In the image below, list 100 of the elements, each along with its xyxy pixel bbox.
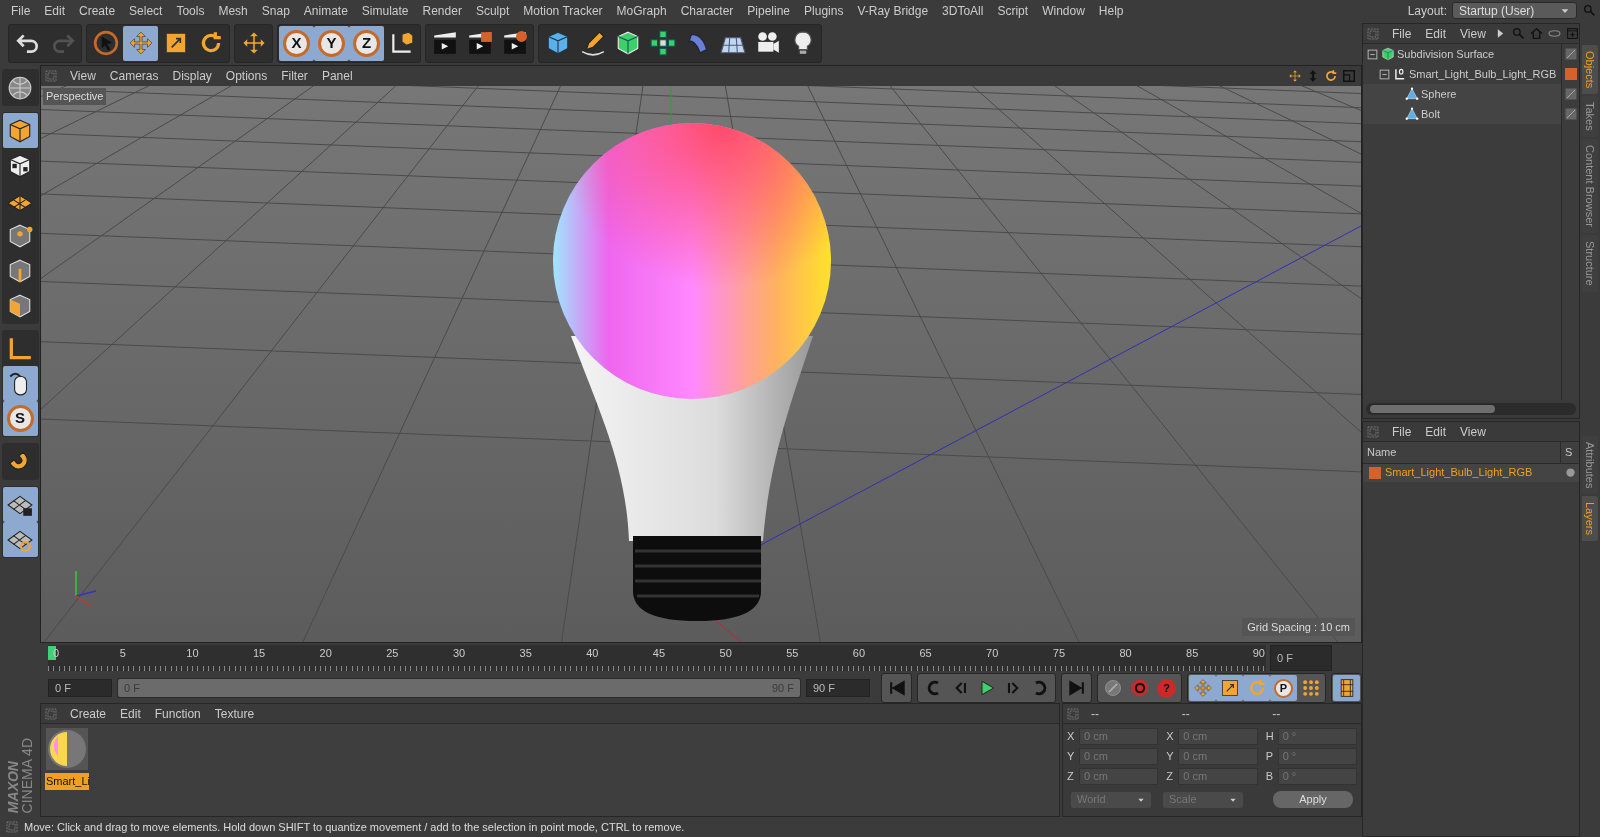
collapse-icon[interactable] <box>1366 47 1379 61</box>
film-button[interactable] <box>1333 675 1360 701</box>
menu-item[interactable]: Edit <box>37 1 73 20</box>
new-window-icon <box>1565 27 1579 40</box>
menu-item[interactable]: V-Ray Bridge <box>850 1 936 20</box>
side-tab[interactable]: Structure <box>1581 235 1599 292</box>
layer-empty-icon <box>1564 108 1577 120</box>
cloner-icon <box>649 30 676 56</box>
menu-item[interactable]: Pipeline <box>740 1 798 20</box>
menu-item[interactable]: Panel <box>314 67 360 85</box>
menu-item[interactable]: Filter <box>274 67 315 85</box>
grip-icon <box>1067 707 1079 720</box>
scale-icon <box>1219 678 1240 698</box>
record-icon <box>1129 678 1150 698</box>
null-object-icon <box>1393 67 1407 81</box>
model-button[interactable] <box>2 113 38 148</box>
timeline-tick-label: 10 <box>186 646 199 661</box>
tweak-button[interactable] <box>2 366 38 401</box>
menu-item[interactable]: Tools <box>169 1 212 20</box>
menu-item[interactable]: Display <box>165 67 219 85</box>
menu-item[interactable]: Function <box>147 704 208 723</box>
grip-icon <box>1367 425 1379 438</box>
menu-item[interactable]: Render <box>415 1 469 20</box>
timeline-tick-label: 30 <box>452 646 466 661</box>
tree-row[interactable]: Sphere <box>1363 84 1561 104</box>
side-tab[interactable]: Objects <box>1581 45 1599 95</box>
object-name: Bolt <box>1421 106 1440 122</box>
move-button[interactable] <box>123 25 158 61</box>
menu-item[interactable]: 3DToAll <box>935 1 991 20</box>
tree-row[interactable]: Bolt <box>1363 104 1561 124</box>
menu-item[interactable]: Options <box>218 67 275 85</box>
menu-item[interactable]: Animate <box>296 1 355 20</box>
column-header: -- <box>1180 705 1191 723</box>
menu-item[interactable]: Create <box>63 704 114 723</box>
sphere-icon <box>7 74 33 101</box>
grid-lock-button[interactable] <box>2 487 38 522</box>
end-frame-field[interactable]: 90 F <box>806 679 870 697</box>
current-frame-field[interactable]: 0 F <box>1270 645 1332 671</box>
horizontal-scrollbar[interactable] <box>1366 403 1576 415</box>
menu-item[interactable]: Motion Tracker <box>516 1 610 20</box>
axis-button[interactable]: X <box>279 25 314 61</box>
ellipse-icon <box>1547 27 1561 40</box>
brand-logo: MAXON <box>6 760 20 813</box>
layer-name: Smart_Light_Bulb_Light_RGB <box>1385 465 1533 481</box>
menu-item[interactable]: File <box>1385 24 1419 43</box>
menu-item[interactable]: View <box>1453 24 1493 43</box>
menu-item[interactable]: Edit <box>1418 24 1454 43</box>
skip-end-icon <box>1066 678 1087 698</box>
axis-icon <box>7 335 33 362</box>
view-navigation-button[interactable] <box>1287 68 1303 84</box>
view-navigation-button[interactable] <box>1323 68 1339 84</box>
menu-item[interactable]: Help <box>1091 1 1131 20</box>
move-arrows-icon <box>127 30 154 56</box>
material-sphere-icon[interactable] <box>46 728 88 770</box>
axis-button[interactable]: Z <box>349 25 384 61</box>
menu-item[interactable]: View <box>1453 422 1493 441</box>
menu-item[interactable]: Edit <box>1418 422 1454 441</box>
timeline-tick-label: 25 <box>386 646 399 661</box>
menu-item[interactable]: Texture <box>207 704 262 723</box>
apply-button[interactable]: Apply <box>1273 791 1353 808</box>
grip-icon <box>45 707 57 720</box>
side-tab[interactable]: Layers <box>1581 496 1599 542</box>
menu-item[interactable]: Cameras <box>102 67 166 85</box>
pen-icon <box>579 30 606 56</box>
menu-item[interactable]: Simulate <box>354 1 416 20</box>
side-tab[interactable]: Attributes <box>1581 435 1599 495</box>
layout-dropdown[interactable]: Startup (User) <box>1452 2 1577 19</box>
timeline-ruler[interactable]: 0 5 10 15 20 25 30 35 40 45 50 55 60 65 70 75 80 85 90 <box>48 645 1266 671</box>
menu-item[interactable]: View <box>63 67 103 85</box>
tree-row[interactable]: Smart_Light_Bulb_Light_RGB <box>1363 64 1561 84</box>
grid-snap-button[interactable] <box>2 522 38 557</box>
timeline-tick-label: 15 <box>252 646 266 661</box>
menu-item[interactable]: Select <box>122 1 170 20</box>
collapse-icon[interactable] <box>1378 67 1391 81</box>
side-tab[interactable]: Content Browser <box>1581 139 1599 233</box>
menu-item[interactable]: File <box>1385 422 1419 441</box>
layer-color-swatch[interactable] <box>1564 68 1577 80</box>
menu-item[interactable]: Snap <box>254 1 297 20</box>
menu-item[interactable]: MoGraph <box>609 1 674 20</box>
axis-button[interactable]: Y <box>314 25 349 61</box>
move-arrows-icon <box>240 30 267 56</box>
scrollbar-thumb[interactable] <box>1370 405 1496 413</box>
menu-item[interactable]: Sculpt <box>468 1 517 20</box>
menu-item[interactable]: Mesh <box>211 1 255 20</box>
menu-item[interactable]: Create <box>72 1 123 20</box>
start-frame-field[interactable]: 0 F <box>48 679 112 697</box>
tree-row[interactable]: Subdivision Surface <box>1363 44 1561 64</box>
menu-item[interactable]: Plugins <box>797 1 851 20</box>
axis-button[interactable]: S <box>2 401 38 436</box>
grip-icon <box>1367 27 1379 40</box>
menu-item[interactable]: Script <box>990 1 1036 20</box>
menu-item[interactable]: Character <box>673 1 741 20</box>
object-name: Smart_Light_Bulb_Light_RGB <box>1409 66 1557 82</box>
menu-item[interactable]: File <box>4 1 38 20</box>
menu-item[interactable]: Edit <box>113 704 148 723</box>
side-tab[interactable]: Takes <box>1581 96 1599 138</box>
menu-item[interactable]: Window <box>1035 1 1092 20</box>
axis-button[interactable]: P <box>1270 675 1297 701</box>
axis-label: Y <box>1067 749 1076 765</box>
timeline-tick-label: 40 <box>586 646 599 661</box>
